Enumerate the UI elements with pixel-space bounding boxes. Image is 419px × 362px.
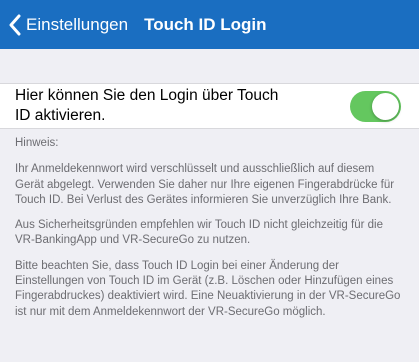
notes-paragraph-3: Bitte beachten Sie, dass Touch ID Login …	[15, 259, 401, 318]
page-title: Touch ID Login	[144, 14, 267, 34]
notes-paragraph-2: Aus Sicherheitsgründen empfehlen wir Tou…	[15, 219, 383, 247]
touch-id-setting-label: Hier können Sie den Login über Touch ID …	[15, 87, 279, 124]
touch-id-setting-row: Hier können Sie den Login über Touch ID …	[0, 83, 419, 129]
notes-heading: Hinweis:	[15, 137, 59, 149]
notes-section: Hinweis: Ihr Anmeldekennwort wird versch…	[0, 129, 419, 320]
navigation-bar: Einstellungen Touch ID Login	[0, 0, 419, 49]
back-button[interactable]: Einstellungen	[8, 14, 128, 36]
notes-paragraph-1: Ihr Anmeldekennwort wird verschlüsselt u…	[15, 163, 395, 206]
toggle-knob	[372, 92, 399, 120]
touch-id-toggle[interactable]	[350, 90, 401, 122]
section-spacer	[0, 49, 419, 83]
chevron-left-icon	[8, 14, 22, 36]
back-button-label: Einstellungen	[26, 14, 129, 34]
